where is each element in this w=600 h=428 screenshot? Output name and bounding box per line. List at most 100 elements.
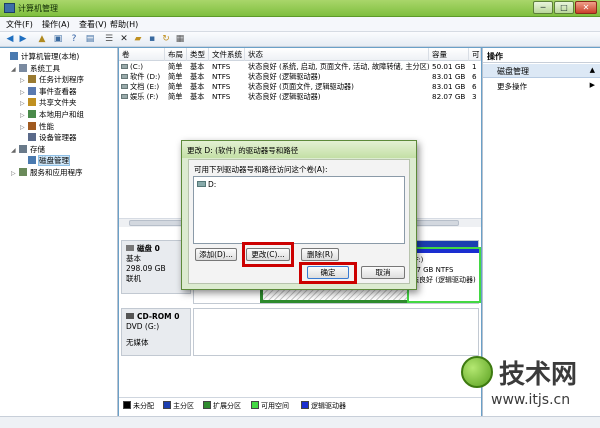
col-layout[interactable]: 布局	[165, 48, 187, 61]
list-item[interactable]: D:	[197, 180, 216, 189]
tree-item[interactable]: ▷ 本地用户和组	[20, 109, 84, 120]
expand-twisty-icon[interactable]: ▷	[20, 110, 28, 121]
expand-twisty-icon[interactable]: ▷	[20, 87, 28, 98]
expand-twisty-icon[interactable]: ▷	[20, 122, 28, 133]
tree-item[interactable]: ▷ 共享文件夹	[20, 97, 77, 108]
ok-button[interactable]: 确定	[307, 266, 349, 279]
forward-icon[interactable]: ▶	[17, 33, 29, 45]
window-title-bar: 计算机管理 ─ □ ✕	[0, 0, 600, 17]
change-button[interactable]: 更改(C)...	[246, 248, 290, 261]
col-free[interactable]: 可	[469, 48, 481, 61]
legend-item: 主分区	[163, 401, 194, 411]
table-cell: 基本	[190, 72, 205, 81]
delete-icon[interactable]: ✕	[118, 33, 130, 45]
table-cell: (C:)	[130, 62, 144, 71]
table-cell: 状态良好 (逻辑驱动器)	[248, 92, 321, 101]
table-cell: NTFS	[212, 92, 231, 101]
back-icon[interactable]: ◀	[4, 33, 16, 45]
table-cell: 基本	[190, 62, 205, 71]
tree-item-label: 计算机管理(本地)	[21, 52, 80, 61]
help-icon[interactable]: ?	[68, 33, 80, 45]
col-type[interactable]: 类型	[187, 48, 209, 61]
expand-twisty-icon[interactable]: ◢	[11, 145, 19, 156]
col-filesystem[interactable]: 文件系统	[209, 48, 245, 61]
table-cell: 1	[472, 62, 477, 71]
tree-item-label: 存储	[30, 144, 45, 154]
menu-action[interactable]: 操作(A)	[42, 19, 70, 30]
tree-node-icon	[28, 110, 36, 118]
menu-view[interactable]: 查看(V)	[79, 19, 107, 30]
legend-item: 可用空间	[251, 401, 289, 411]
tree-node-icon	[19, 144, 27, 153]
col-volume[interactable]: 卷	[119, 48, 165, 61]
drive-icon	[197, 181, 206, 187]
legend-label: 逻辑驱动器	[311, 402, 346, 410]
partition-f-size: 07 GB NTFS	[412, 266, 454, 274]
remove-button[interactable]: 删除(R)	[301, 248, 339, 261]
menu-file[interactable]: 文件(F)	[6, 19, 33, 30]
expand-twisty-icon[interactable]: ▷	[11, 168, 19, 179]
drive-letter-list[interactable]: D:	[193, 176, 405, 244]
up-icon[interactable]: ▲	[36, 33, 48, 45]
table-cell: NTFS	[212, 72, 231, 81]
toolbar: ◀ ▶ ▲ ▣ ? ▤ ☰ ✕ ▰ ▪ ↻ ▦	[0, 32, 600, 47]
tree-item[interactable]: ◢ 存储	[11, 144, 45, 155]
table-cell: 6	[472, 82, 477, 91]
tree-item[interactable]: 计算机管理(本地)	[2, 51, 79, 62]
tree-item[interactable]: ▷ 性能	[20, 121, 54, 132]
table-cell: 状态良好 (系统, 启动, 页面文件, 活动, 故障转储, 主分区)	[248, 62, 429, 71]
tree-node-icon	[28, 156, 36, 165]
collapse-icon[interactable]: ▲	[590, 66, 595, 74]
dialog-title: 更改 D: (软件) 的驱动器号和路径	[182, 141, 416, 158]
properties-icon[interactable]: ▤	[84, 33, 96, 45]
volume-list-header: 卷 布局 类型 文件系统 状态 容量 可	[119, 48, 481, 61]
menu-help[interactable]: 帮助(H)	[110, 19, 138, 30]
settings-icon[interactable]: ▦	[174, 33, 186, 45]
save-icon[interactable]: ▪	[146, 33, 158, 45]
tree-node-icon	[28, 75, 36, 84]
tree-item-label: 性能	[39, 121, 54, 131]
expand-twisty-icon[interactable]: ▷	[20, 75, 28, 86]
tree-item[interactable]: ▷ 事件查看器	[20, 86, 77, 97]
maximize-button[interactable]: □	[554, 1, 574, 14]
table-cell: NTFS	[212, 82, 231, 91]
add-button[interactable]: 添加(D)...	[195, 248, 237, 261]
tree-item-label: 磁盘管理	[38, 155, 70, 167]
table-row[interactable]: 娱乐 (F:) 简单 基本 NTFS 状态良好 (逻辑驱动器) 82.07 GB 3	[119, 92, 481, 102]
expand-twisty-icon[interactable]: ◢	[11, 64, 19, 75]
tree-item[interactable]: 磁盘管理	[20, 155, 70, 167]
table-row[interactable]: 软件 (D:) 简单 基本 NTFS 状态良好 (逻辑驱动器) 83.01 GB 6	[119, 72, 481, 82]
tree-item[interactable]: ▷ 服务和应用程序	[11, 167, 83, 178]
tree-node-icon	[10, 52, 18, 60]
tree-item[interactable]: ▷ 任务计划程序	[20, 74, 84, 85]
legend-item: 扩展分区	[203, 401, 241, 411]
table-cell: 简单	[168, 92, 183, 101]
cancel-button[interactable]: 取消	[361, 266, 405, 279]
tree-item[interactable]: ◢ 系统工具	[11, 63, 60, 74]
expand-twisty-icon[interactable]: ▷	[20, 98, 28, 109]
watermark-url: www.itjs.cn	[491, 392, 571, 408]
cdrom-label[interactable]: CD-ROM 0 DVD (G:) 无媒体	[121, 308, 191, 356]
actions-section-disk-management[interactable]: 磁盘管理 ▲	[483, 64, 600, 78]
table-row[interactable]: (C:) 简单 基本 NTFS 状态良好 (系统, 启动, 页面文件, 活动, 故障转储…	[119, 62, 481, 72]
open-icon[interactable]: ▰	[132, 33, 144, 45]
legend-label: 未分配	[133, 402, 154, 410]
table-cell: 6	[472, 72, 477, 81]
legend-swatch	[123, 401, 131, 409]
partition-f[interactable]: (F:) 07 GB NTFS 态良好 (逻辑驱动器)	[407, 247, 481, 303]
table-cell: 简单	[168, 62, 183, 71]
list-icon[interactable]: ☰	[103, 33, 115, 45]
table-row[interactable]: 文档 (E:) 简单 基本 NTFS 状态良好 (页面文件, 逻辑驱动器) 83.01 G…	[119, 82, 481, 92]
tree-item[interactable]: 设备管理器	[20, 132, 77, 143]
col-capacity[interactable]: 容量	[429, 48, 469, 61]
more-actions[interactable]: 更多操作 ▶	[483, 79, 600, 92]
table-cell: 83.01 GB	[432, 72, 466, 81]
minimize-button[interactable]: ─	[533, 1, 553, 14]
tree-item-label: 任务计划程序	[39, 75, 84, 85]
close-button[interactable]: ✕	[575, 1, 597, 14]
tree-item-label: 系统工具	[30, 63, 60, 73]
table-cell: 简单	[168, 72, 183, 81]
refresh-icon[interactable]: ↻	[160, 33, 172, 45]
console-icon[interactable]: ▣	[52, 33, 64, 45]
col-status[interactable]: 状态	[245, 48, 429, 61]
